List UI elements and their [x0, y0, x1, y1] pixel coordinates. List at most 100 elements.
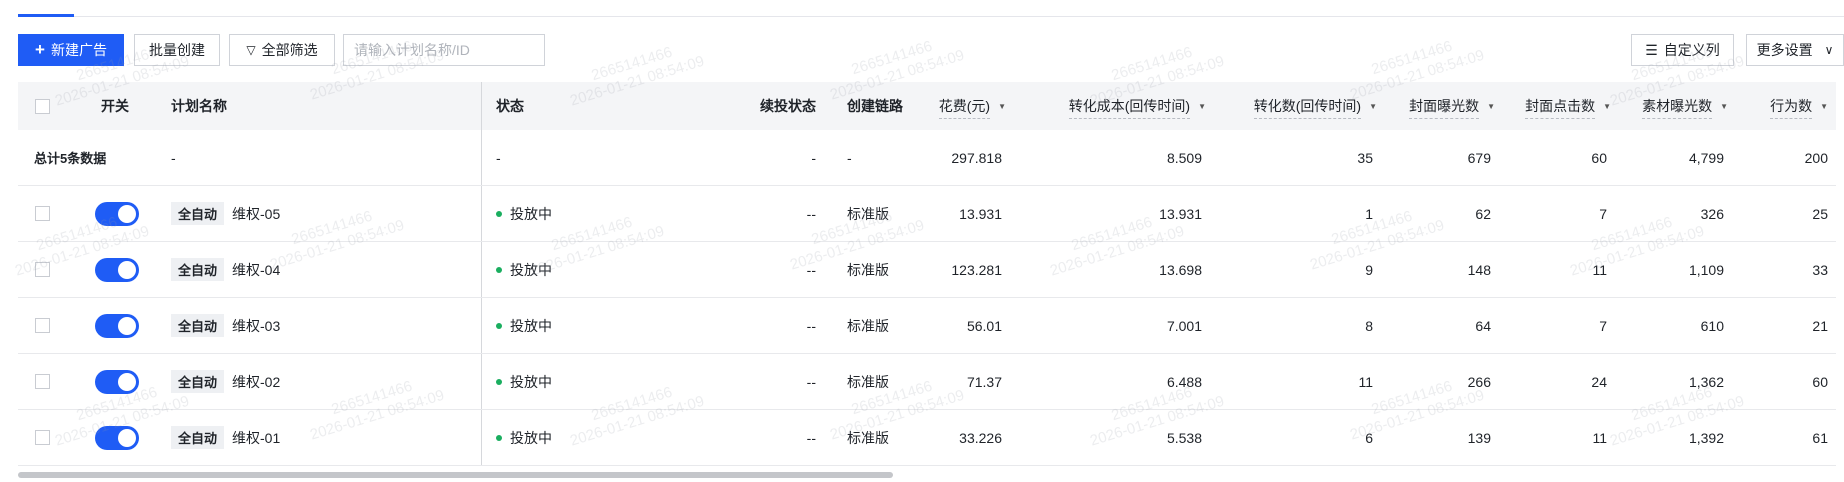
active-tab-indicator[interactable]	[18, 14, 74, 17]
campaign-table: 开关 计划名称 状态 续投状态 创建链路 花费(元) ▼ 转化成本(回传时间) ▼ 转化数(回传时…	[18, 82, 1836, 466]
cover-click-cell: 24	[1591, 373, 1607, 390]
status-cell: 投放中	[482, 428, 700, 448]
total-status: -	[496, 149, 501, 166]
row-checkbox-cell	[18, 374, 80, 389]
custom-columns-button[interactable]: ☰ 自定义列	[1631, 34, 1734, 66]
table-header: 开关 计划名称 状态 续投状态 创建链路 花费(元) ▼ 转化成本(回传时间) ▼ 转化数(回传时…	[18, 82, 1836, 130]
name-cell: 全自动 维权-03	[150, 298, 482, 353]
sort-caret-icon[interactable]: ▼	[998, 102, 1006, 111]
cover-impr-cell: 139	[1467, 429, 1491, 446]
enable-toggle[interactable]	[95, 201, 139, 226]
cost-cell: 13.931	[959, 205, 1002, 222]
new-ad-button[interactable]: + 新建广告	[18, 34, 124, 66]
table-row: 全自动 维权-01 投放中 -- 标准版 33.226 5.538 6 139 11 1,392 61	[18, 410, 1836, 466]
cover-click-cell: 11	[1592, 429, 1607, 446]
total-cover-click: 60	[1591, 149, 1607, 166]
search-input[interactable]	[354, 42, 535, 58]
col-name: 计划名称	[150, 82, 482, 130]
sort-caret-icon[interactable]: ▼	[1720, 102, 1728, 111]
create-link: 标准版	[847, 205, 889, 222]
material-impr-cell: 610	[1700, 317, 1724, 334]
switch-cell	[80, 425, 150, 450]
campaign-name[interactable]: 维权-03	[232, 316, 280, 336]
campaign-name[interactable]: 维权-01	[232, 428, 280, 448]
total-name: -	[150, 130, 482, 185]
total-conv-cost: 8.509	[1166, 149, 1202, 166]
table-row: 全自动 维权-04 投放中 -- 标准版 123.281 13.698 9 148 11 1,109…	[18, 242, 1836, 298]
total-conv-count: 35	[1357, 149, 1373, 166]
tab-bar-divider	[18, 16, 1844, 17]
col-cover-click[interactable]: 封面点击数 ▼	[1503, 93, 1619, 119]
enable-toggle[interactable]	[95, 369, 139, 394]
campaign-name[interactable]: 维权-05	[232, 204, 280, 224]
switch-cell	[80, 313, 150, 338]
col-cover-impr[interactable]: 封面曝光数 ▼	[1385, 93, 1503, 119]
sort-caret-icon[interactable]: ▼	[1487, 102, 1495, 111]
conv-count-cell: 1	[1365, 205, 1373, 222]
create-link: 标准版	[847, 317, 889, 334]
cover-click-cell: 11	[1592, 261, 1607, 278]
table-row: 全自动 维权-02 投放中 -- 标准版 71.37 6.488 11 266 24 1,362 60	[18, 354, 1836, 410]
material-impr-cell: 1,362	[1688, 373, 1724, 390]
sort-caret-icon[interactable]: ▼	[1198, 102, 1206, 111]
sort-caret-icon[interactable]: ▼	[1369, 102, 1377, 111]
row-checkbox-cell	[18, 318, 80, 333]
row-checkbox[interactable]	[35, 430, 50, 445]
enable-toggle[interactable]	[95, 313, 139, 338]
status-dot-icon	[496, 266, 502, 273]
row-checkbox[interactable]	[35, 374, 50, 389]
conv-cost-cell: 6.488	[1166, 373, 1202, 390]
total-renew-status: -	[811, 149, 816, 166]
total-cost: 297.818	[951, 149, 1002, 166]
col-conv-count[interactable]: 转化数(回传时间) ▼	[1214, 93, 1385, 119]
renew-status: --	[806, 317, 816, 334]
conv-count-cell: 6	[1365, 429, 1373, 446]
status-dot-icon	[496, 378, 502, 385]
create-link: 标准版	[847, 261, 889, 278]
search-box[interactable]	[343, 34, 545, 66]
cover-impr-cell: 148	[1467, 261, 1491, 278]
row-checkbox[interactable]	[35, 318, 50, 333]
status-cell: 投放中	[482, 204, 700, 224]
status-cell: 投放中	[482, 372, 700, 392]
col-switch: 开关	[101, 98, 129, 114]
renew-status: --	[806, 429, 816, 446]
campaign-name[interactable]: 维权-02	[232, 372, 280, 392]
auto-tag: 全自动	[171, 370, 225, 393]
select-all-cell	[18, 98, 80, 114]
enable-toggle[interactable]	[95, 257, 139, 282]
status-dot-icon	[496, 210, 502, 217]
col-actions[interactable]: 行为数 ▼	[1736, 93, 1836, 119]
col-conv-cost[interactable]: 转化成本(回传时间) ▼	[1014, 93, 1214, 119]
col-status: 状态	[496, 98, 524, 114]
name-cell: 全自动 维权-01	[150, 410, 482, 465]
more-settings-dropdown[interactable]: 更多设置 ∨	[1746, 34, 1844, 66]
row-checkbox[interactable]	[35, 206, 50, 221]
material-impr-cell: 326	[1700, 205, 1724, 222]
col-material-impr[interactable]: 素材曝光数 ▼	[1619, 93, 1736, 119]
filter-icon: ▽	[246, 43, 256, 57]
status-dot-icon	[496, 322, 502, 329]
conv-count-cell: 11	[1358, 373, 1373, 390]
cover-impr-cell: 266	[1467, 373, 1491, 390]
batch-create-button[interactable]: 批量创建	[134, 34, 220, 66]
filter-all-button[interactable]: ▽ 全部筛选	[229, 34, 335, 66]
horizontal-scrollbar[interactable]	[18, 472, 893, 478]
actions-cell: 60	[1812, 373, 1828, 390]
sort-caret-icon[interactable]: ▼	[1603, 102, 1611, 111]
col-cost[interactable]: 花费(元) ▼	[930, 93, 1014, 119]
select-all-checkbox[interactable]	[35, 98, 50, 114]
actions-cell: 21	[1812, 317, 1828, 334]
sort-caret-icon[interactable]: ▼	[1820, 102, 1828, 111]
row-checkbox[interactable]	[35, 262, 50, 277]
auto-tag: 全自动	[171, 258, 225, 281]
actions-cell: 25	[1812, 205, 1828, 222]
conv-cost-cell: 7.001	[1166, 317, 1202, 334]
cost-cell: 71.37	[966, 373, 1002, 390]
campaign-name[interactable]: 维权-04	[232, 260, 280, 280]
row-checkbox-cell	[18, 262, 80, 277]
renew-status: --	[806, 261, 816, 278]
enable-toggle[interactable]	[95, 425, 139, 450]
name-cell: 全自动 维权-02	[150, 354, 482, 409]
conv-count-cell: 9	[1365, 261, 1373, 278]
